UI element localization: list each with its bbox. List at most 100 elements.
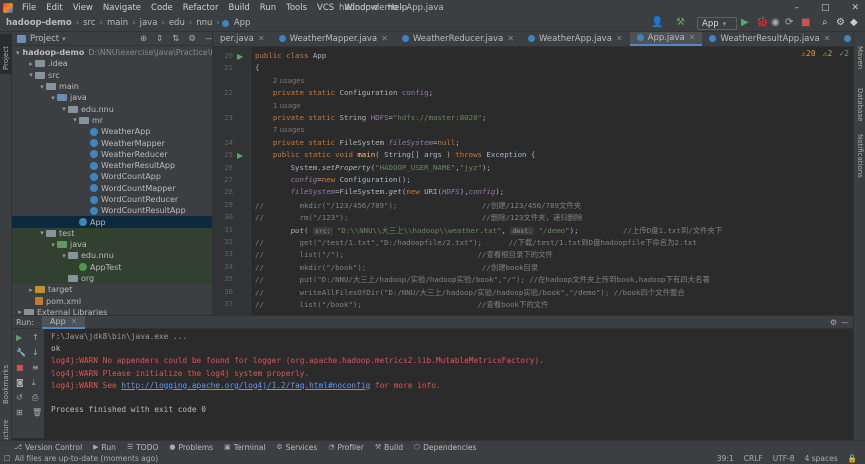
breadcrumb-java[interactable]: java [138,18,160,28]
build-hammer-icon[interactable]: ⚒ [676,17,685,28]
close-icon[interactable]: ✕ [71,317,78,326]
chevron-down-icon[interactable]: ▾ [38,229,46,237]
tree-item[interactable]: ▸ target [12,284,212,295]
tool-window-terminal[interactable]: ▣ Terminal [224,443,265,452]
options-gear-icon[interactable]: ⚙ [188,34,196,44]
close-tab-icon[interactable]: ✕ [507,34,514,43]
settings-gear-icon[interactable]: ⚙ [836,17,845,28]
typos-count[interactable]: ✓2 [839,49,849,58]
code-line[interactable]: config=new Configuration(); [255,175,411,184]
chevron-down-icon[interactable]: ▾ [49,94,57,102]
code-line[interactable]: fileSystem=FileSystem.get(new URI(HDFS),… [255,187,505,196]
menu-view[interactable]: View [68,3,98,13]
trash-icon[interactable]: 🗑 [32,408,42,417]
expand-all-icon[interactable]: ⇅ [172,34,179,44]
print-icon[interactable]: ⎙ [32,393,38,403]
indent-setting[interactable]: 4 spaces [805,454,838,463]
menu-edit[interactable]: Edit [41,3,67,13]
menu-vcs[interactable]: VCS [312,3,339,13]
chevron-down-icon[interactable]: ▾ [49,241,57,249]
wrench-icon[interactable]: 🔧 [16,348,26,357]
code-line[interactable]: // put("D:/NNU/大三上/hadoop/实验/hadoop实验/bo… [255,274,710,285]
run-tab-app[interactable]: App ✕ [42,315,86,329]
code-line[interactable]: // mkdir("/book"); //创建book目录 [255,262,538,273]
inspection-widget[interactable]: ⚠20 ⚠2 ✓2 [801,49,849,58]
tree-item[interactable]: WordCountMapper [12,183,212,194]
run-settings-gear-icon[interactable]: ⚙ [830,318,837,327]
tree-item[interactable]: ▾ test [12,227,212,240]
user-icon[interactable]: 👤 [651,17,663,28]
menu-navigate[interactable]: Navigate [98,3,146,13]
tree-item[interactable]: ▾ src [12,70,212,81]
scroll-to-end-icon[interactable]: ⤓ [32,378,36,388]
editor-tab[interactable]: WeatherResultApp.java ✕ [702,32,837,46]
chevron-down-icon[interactable]: ▾ [60,252,68,260]
tree-item[interactable]: ▾ java [12,92,212,103]
code-line[interactable]: // writeAllFilesOfDir("D:/NNU/大三上/hadoop… [255,287,685,298]
close-tab-icon[interactable]: ✕ [258,34,265,43]
minimize-button[interactable]: – [794,3,799,13]
chevron-right-icon[interactable]: ▸ [27,60,35,68]
search-icon[interactable]: ⌕ [822,17,828,28]
code-line[interactable]: public static void main( String[] args )… [255,150,536,159]
caret-position[interactable]: 39:1 [717,454,734,463]
close-tab-icon[interactable]: ✕ [824,34,831,43]
close-tab-icon[interactable]: ✕ [616,34,623,43]
tree-item[interactable]: ▾ edu.nnu [12,103,212,114]
code-line[interactable]: 1 usage [255,101,301,110]
close-tab-icon[interactable]: ✕ [689,33,696,42]
debug-icon[interactable]: 🐞 [756,17,768,28]
coverage-icon[interactable]: ◉ [771,17,780,28]
breadcrumb-app[interactable]: App [232,18,253,28]
ide-logo-icon[interactable]: ◆ [850,17,858,28]
tree-item[interactable]: ▾ hadoop-demo D:\NNU\exercise\Java\Practic… [12,47,212,58]
chevron-right-icon[interactable]: ▸ [27,286,35,294]
stop-icon[interactable]: ■ [16,363,24,372]
tool-window-problems[interactable]: ● Problems [169,443,213,452]
breadcrumb-src[interactable]: src [81,18,97,28]
menu-code[interactable]: Code [146,3,178,13]
tree-item[interactable]: WordCountReducer [12,194,212,205]
run-class-gutter-icon[interactable]: ▶ [237,52,243,61]
code-line[interactable]: put( src: "D:\\NNU\\大三上\\hadoop\\weather… [255,225,722,236]
tool-window-run[interactable]: ▶ Run [93,443,116,452]
project-tool-button[interactable]: Project [2,46,10,70]
rerun-icon[interactable]: ▶ [16,333,22,342]
soft-wrap-icon[interactable]: ≡ [32,363,39,372]
scroll-down-icon[interactable]: ↓ [32,348,39,357]
editor-tab[interactable]: WordCountReducer.java✕ [837,32,853,46]
editor-tab[interactable]: per.java ✕ [213,32,272,46]
menu-run[interactable]: Run [255,3,281,13]
tree-item[interactable]: ▸ External Libraries [12,307,212,315]
hide-panel-icon[interactable]: — [205,34,212,44]
tree-item[interactable]: ▾ main [12,81,212,92]
menu-tools[interactable]: Tools [281,3,312,13]
menu-file[interactable]: File [17,3,41,13]
run-console[interactable]: F:\Java\jdk8\bin\java.exe ... ok log4j:WAR… [44,329,853,438]
code-line[interactable]: { [255,63,259,72]
breadcrumb-project[interactable]: hadoop-demo [4,18,74,28]
code-line[interactable]: // list("/"); //查看根目录下的文件 [255,249,553,260]
breadcrumb-edu[interactable]: edu [167,18,187,28]
menu-build[interactable]: Build [223,3,254,13]
tree-item[interactable]: ▾ java [12,239,212,251]
maximize-button[interactable]: □ [821,3,830,13]
code-line[interactable]: // mkdir("/123/456/789"); //创建/123/456/7… [255,200,581,211]
menu-refactor[interactable]: Refactor [178,3,224,13]
code-editor[interactable]: ⚠20 ⚠2 ✓2 public class App { 2 usages pri… [251,47,853,315]
tree-item[interactable]: WeatherReducer [12,149,212,160]
chevron-down-icon[interactable]: ▾ [38,83,46,91]
breadcrumb-nnu[interactable]: nnu [194,18,214,28]
notifications-tool-button[interactable]: Notifications [856,134,864,178]
tree-item[interactable]: WordCountApp [12,171,212,182]
close-button[interactable]: ✕ [851,3,859,13]
project-panel-title[interactable]: Project [30,34,59,44]
lock-icon[interactable]: 🔓 [848,454,857,463]
chevron-down-icon[interactable]: ▾ [60,105,68,113]
weak-warnings-count[interactable]: ⚠2 [823,49,833,58]
tree-item[interactable]: WordCountResultApp [12,205,212,216]
code-line[interactable]: System.setProperty("HADOOP_USER_NAME","j… [255,163,491,172]
chevron-down-icon[interactable]: ▾ [27,71,35,79]
stop-icon[interactable]: ■ [801,17,810,28]
code-line[interactable]: 2 usages [255,76,304,85]
